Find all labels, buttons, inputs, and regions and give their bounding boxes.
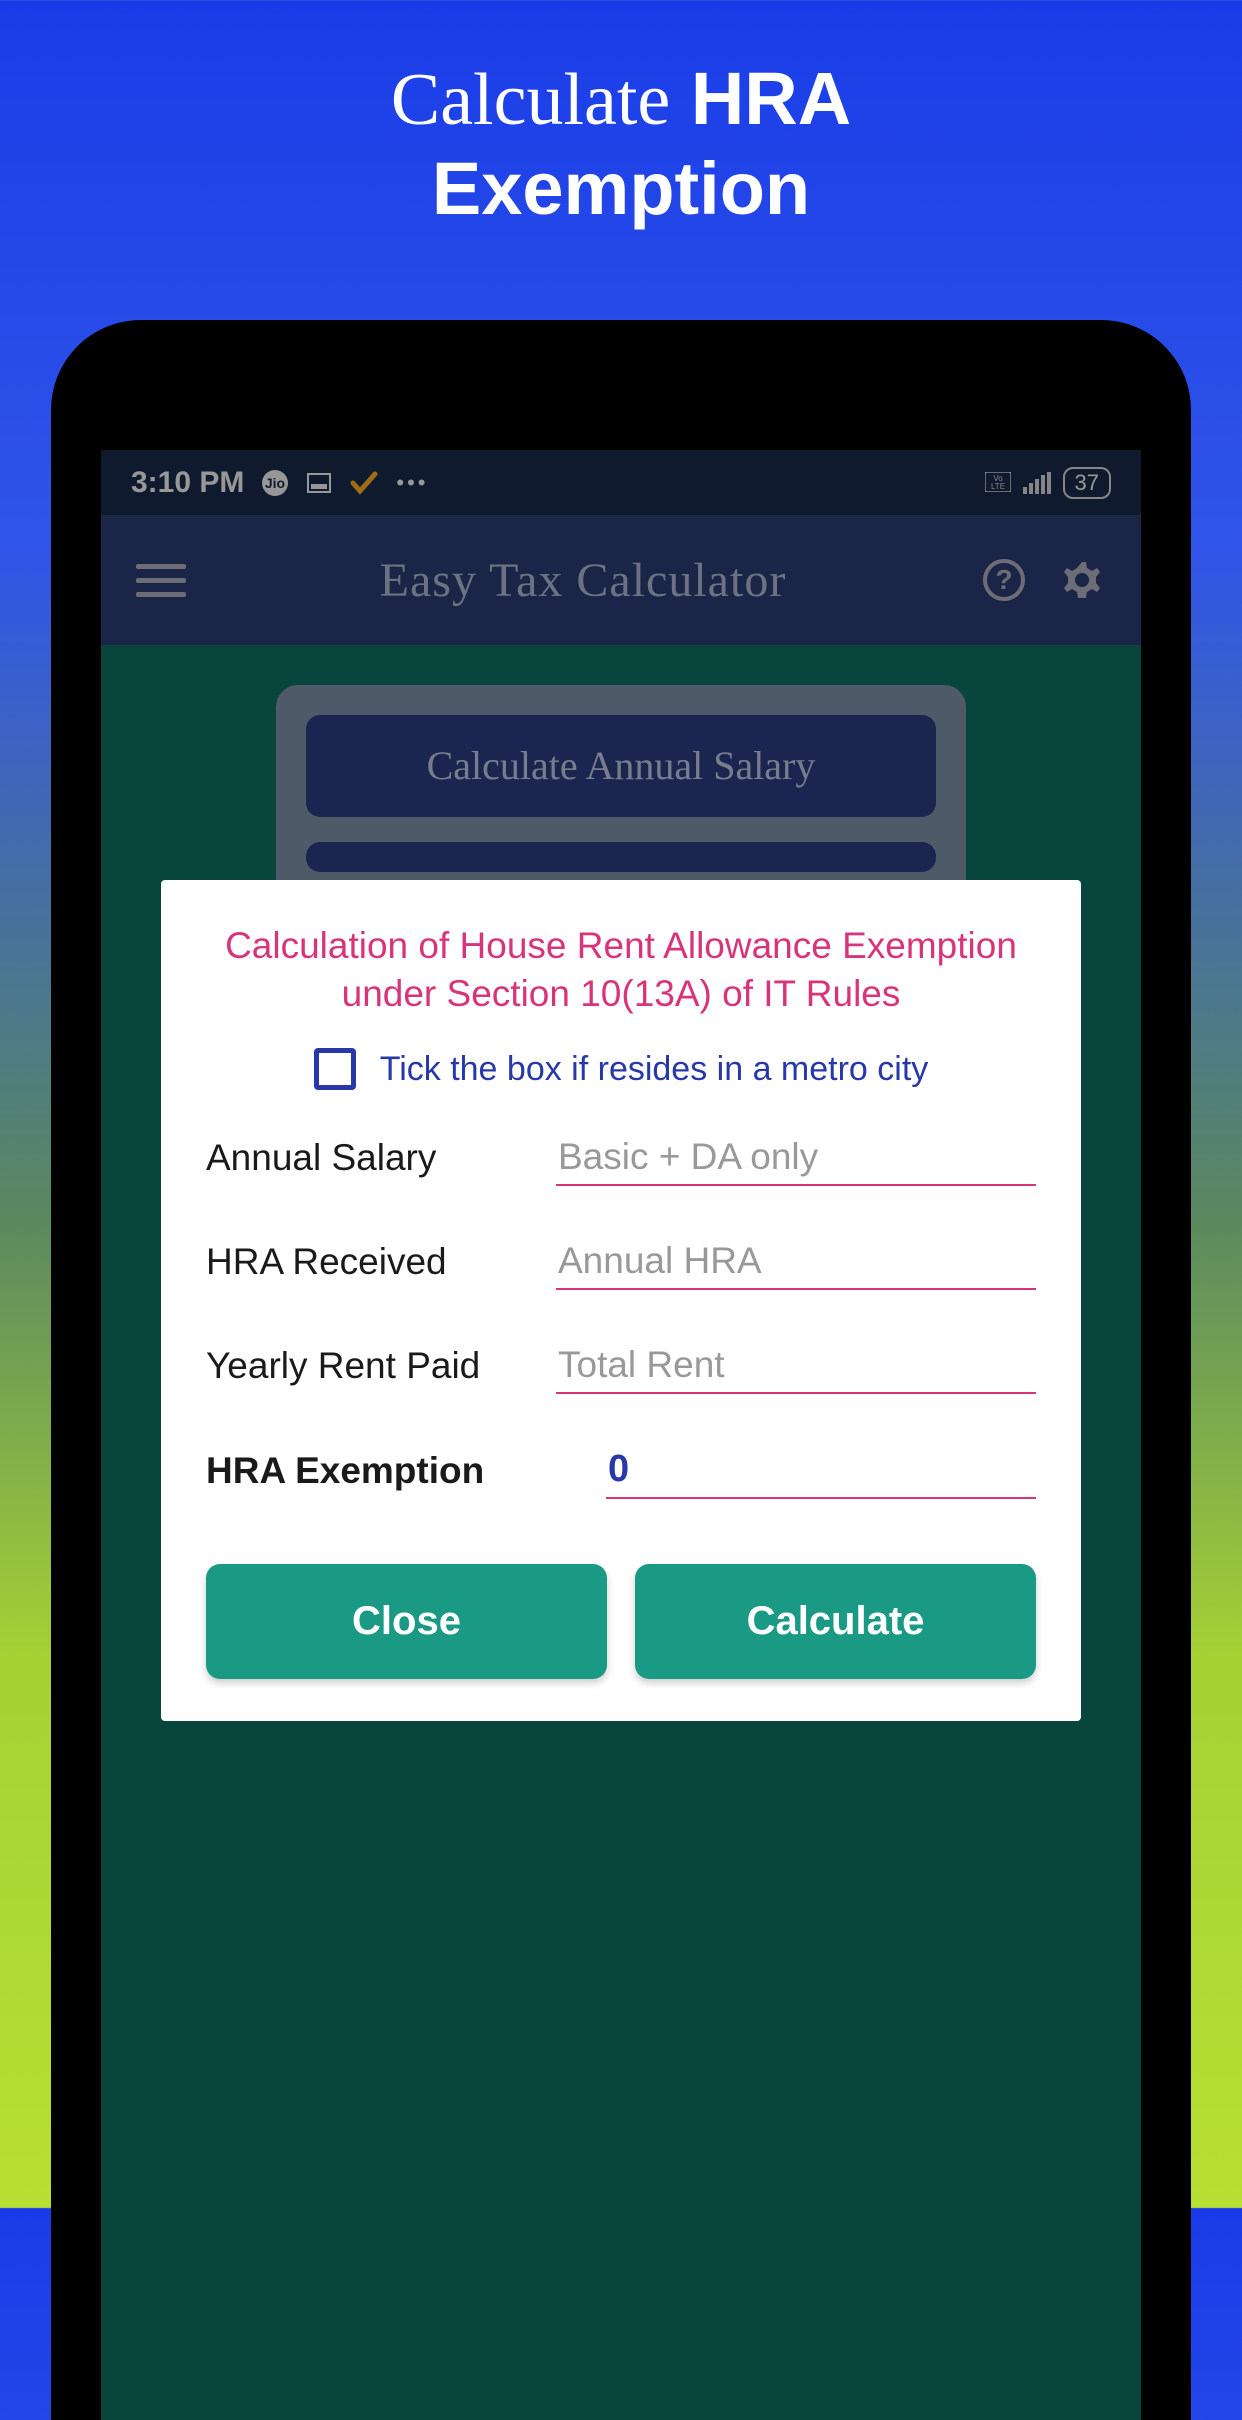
modal-title: Calculation of House Rent Allowance Exem… [206, 922, 1036, 1018]
modal-button-row: Close Calculate [206, 1564, 1036, 1679]
metro-city-checkbox-label: Tick the box if resides in a metro city [380, 1050, 929, 1089]
annual-salary-input[interactable] [556, 1130, 1036, 1186]
metro-city-checkbox-row[interactable]: Tick the box if resides in a metro city [206, 1048, 1036, 1090]
hra-received-input[interactable] [556, 1234, 1036, 1290]
phone-frame: 3:10 PM Jio ••• VoLTE 37 [51, 320, 1191, 2420]
yearly-rent-row: Yearly Rent Paid [206, 1338, 1036, 1394]
calculate-button[interactable]: Calculate [635, 1564, 1036, 1679]
metro-city-checkbox[interactable] [314, 1048, 356, 1090]
annual-salary-label: Annual Salary [206, 1137, 536, 1179]
promo-line1-bold: HRA [691, 57, 851, 140]
yearly-rent-input[interactable] [556, 1338, 1036, 1394]
annual-salary-row: Annual Salary [206, 1130, 1036, 1186]
phone-screen: 3:10 PM Jio ••• VoLTE 37 [101, 450, 1141, 2420]
hra-exemption-modal: Calculation of House Rent Allowance Exem… [161, 880, 1081, 1721]
promo-line1-light: Calculate [391, 59, 670, 141]
hra-exemption-row: HRA Exemption 0 [206, 1442, 1036, 1499]
hra-exemption-label: HRA Exemption [206, 1450, 586, 1492]
hra-received-row: HRA Received [206, 1234, 1036, 1290]
yearly-rent-label: Yearly Rent Paid [206, 1345, 536, 1387]
hra-received-label: HRA Received [206, 1241, 536, 1283]
promo-title: Calculate HRA Exemption [0, 0, 1242, 234]
close-button[interactable]: Close [206, 1564, 607, 1679]
hra-exemption-value: 0 [606, 1442, 1036, 1499]
promo-line2-bold: Exemption [432, 147, 810, 230]
